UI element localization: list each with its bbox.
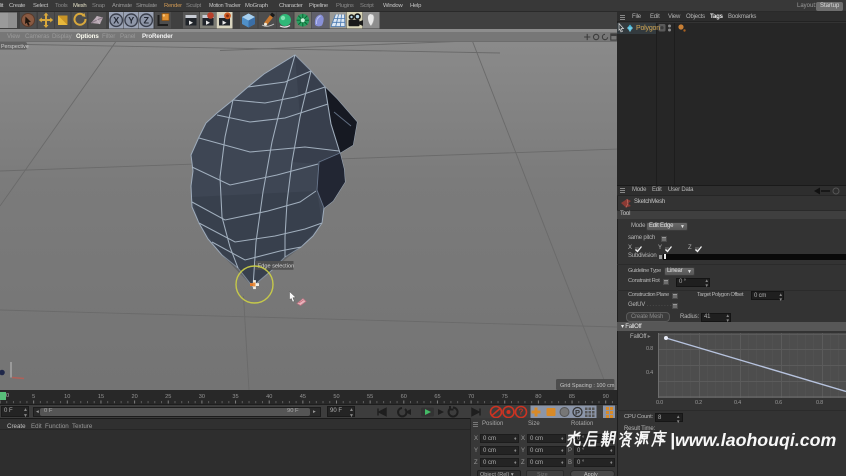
svg-text:Perspective: Perspective: [1, 44, 29, 50]
svg-text:35: 35: [232, 394, 238, 400]
svg-text:25: 25: [165, 394, 171, 400]
svg-text:60: 60: [401, 394, 407, 400]
svg-text:85: 85: [569, 394, 575, 400]
svg-text:Z: Z: [143, 16, 149, 26]
svg-text:P: P: [575, 408, 580, 417]
svg-text:65: 65: [434, 394, 440, 400]
svg-text:5: 5: [32, 394, 35, 400]
svg-text:30: 30: [199, 394, 205, 400]
svg-text:50: 50: [333, 394, 339, 400]
svg-text:Grid Spacing : 100 cm: Grid Spacing : 100 cm: [560, 383, 615, 389]
svg-text:Y: Y: [128, 16, 134, 26]
svg-text:15: 15: [98, 394, 104, 400]
svg-text:75: 75: [502, 394, 508, 400]
svg-text:10: 10: [64, 394, 70, 400]
svg-text:40: 40: [266, 394, 272, 400]
svg-text:70: 70: [468, 394, 474, 400]
svg-text:45: 45: [300, 394, 306, 400]
svg-text:|www.laohouqi.com: |www.laohouqi.com: [670, 430, 837, 450]
svg-text:80: 80: [535, 394, 541, 400]
svg-text:20: 20: [131, 394, 137, 400]
svg-text:?: ?: [519, 408, 524, 417]
svg-text:X: X: [113, 16, 119, 26]
svg-text:90: 90: [603, 394, 609, 400]
svg-text:55: 55: [367, 394, 373, 400]
